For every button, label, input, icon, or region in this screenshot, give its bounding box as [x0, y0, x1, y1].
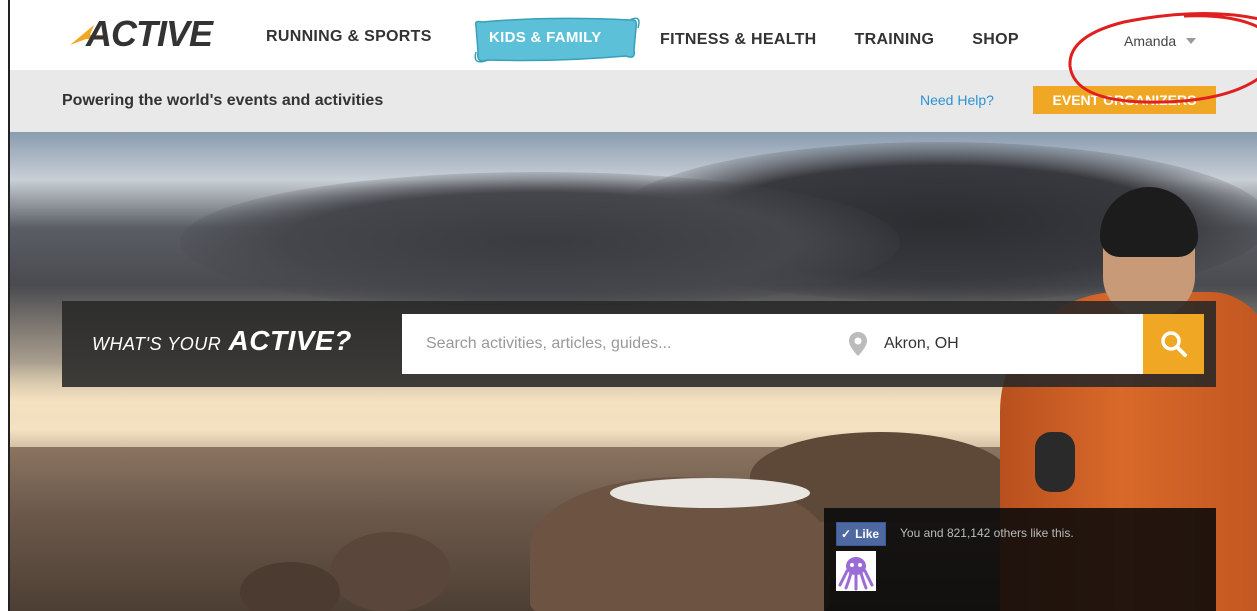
location-value: Akron, OH	[884, 335, 959, 352]
hero-runner-glove	[1035, 432, 1075, 492]
facebook-like-button[interactable]: ✓ Like	[836, 522, 887, 546]
slogan-prefix: WHAT'S YOUR	[92, 334, 222, 354]
hero-cloud	[180, 172, 900, 312]
like-count-text: You and 821,142 others like this.	[900, 526, 1074, 540]
search-bar: WHAT'S YOUR ACTIVE? Akron, OH	[62, 301, 1216, 387]
search-icon	[1160, 331, 1187, 357]
need-help-link[interactable]: Need Help?	[920, 92, 994, 108]
avatar[interactable]	[836, 551, 876, 591]
hero-snow	[610, 478, 810, 508]
main-nav: RUNNING & SPORTS	[266, 28, 468, 46]
annotation-circle	[1068, 12, 1257, 104]
location-field[interactable]: Akron, OH	[832, 314, 1143, 374]
checkmark-icon: ✓	[841, 527, 852, 541]
nav-shop[interactable]: SHOP	[972, 31, 1019, 49]
logo-wordmark: ACTIVE	[86, 13, 213, 54]
nav-running-sports[interactable]: RUNNING & SPORTS	[266, 28, 432, 46]
search-slogan: WHAT'S YOUR ACTIVE?	[92, 325, 352, 357]
site-tagline: Powering the world's events and activiti…	[62, 92, 384, 109]
map-pin-icon	[849, 332, 867, 356]
facebook-like-box: ✓ Like You and 821,142 others like this.	[824, 508, 1216, 611]
kids-family-label: KIDS & FAMILY	[489, 29, 602, 46]
nav-training[interactable]: TRAINING	[855, 31, 935, 49]
like-label: Like	[855, 527, 880, 541]
main-nav-right: FITNESS & HEALTH TRAINING SHOP	[660, 31, 1057, 49]
slogan-brand: ACTIVE?	[228, 325, 352, 356]
search-input[interactable]	[402, 314, 832, 374]
browser-frame: ACTIVE RUNNING & SPORTS KIDS & FAMILY FI…	[8, 0, 1257, 611]
active-logo[interactable]: ACTIVE	[68, 13, 213, 54]
hero-rock	[330, 532, 450, 611]
nav-kids-family[interactable]: KIDS & FAMILY	[470, 14, 640, 64]
octopus-avatar-icon	[838, 557, 874, 591]
search-button[interactable]	[1143, 314, 1204, 374]
nav-fitness-health[interactable]: FITNESS & HEALTH	[660, 31, 817, 49]
